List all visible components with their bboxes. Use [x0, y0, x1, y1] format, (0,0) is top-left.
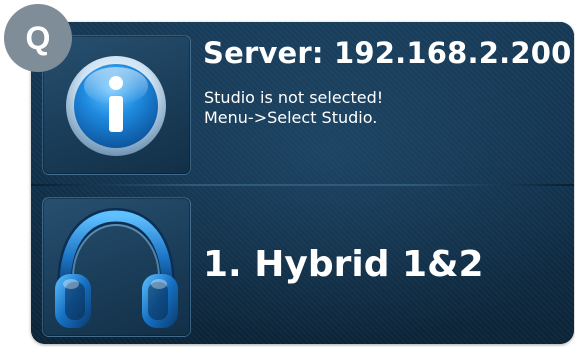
screen: Server: 192.168.2.200 Studio is not sele… [31, 22, 574, 344]
status-message-line2: Menu->Select Studio. [204, 108, 378, 127]
server-info-row[interactable]: Server: 192.168.2.200 Studio is not sele… [31, 22, 574, 184]
studio-name: 1. Hybrid 1&2 [203, 244, 484, 285]
q-badge: Q [4, 4, 72, 72]
server-title: Server: 192.168.2.200 [203, 36, 572, 70]
status-message-line1: Studio is not selected! [204, 88, 384, 107]
headphones-icon [55, 207, 178, 328]
headphones-icon-tile [42, 197, 191, 337]
studio-row[interactable]: 1. Hybrid 1&2 [31, 186, 574, 344]
device-panel: Server: 192.168.2.200 Studio is not sele… [31, 22, 574, 344]
